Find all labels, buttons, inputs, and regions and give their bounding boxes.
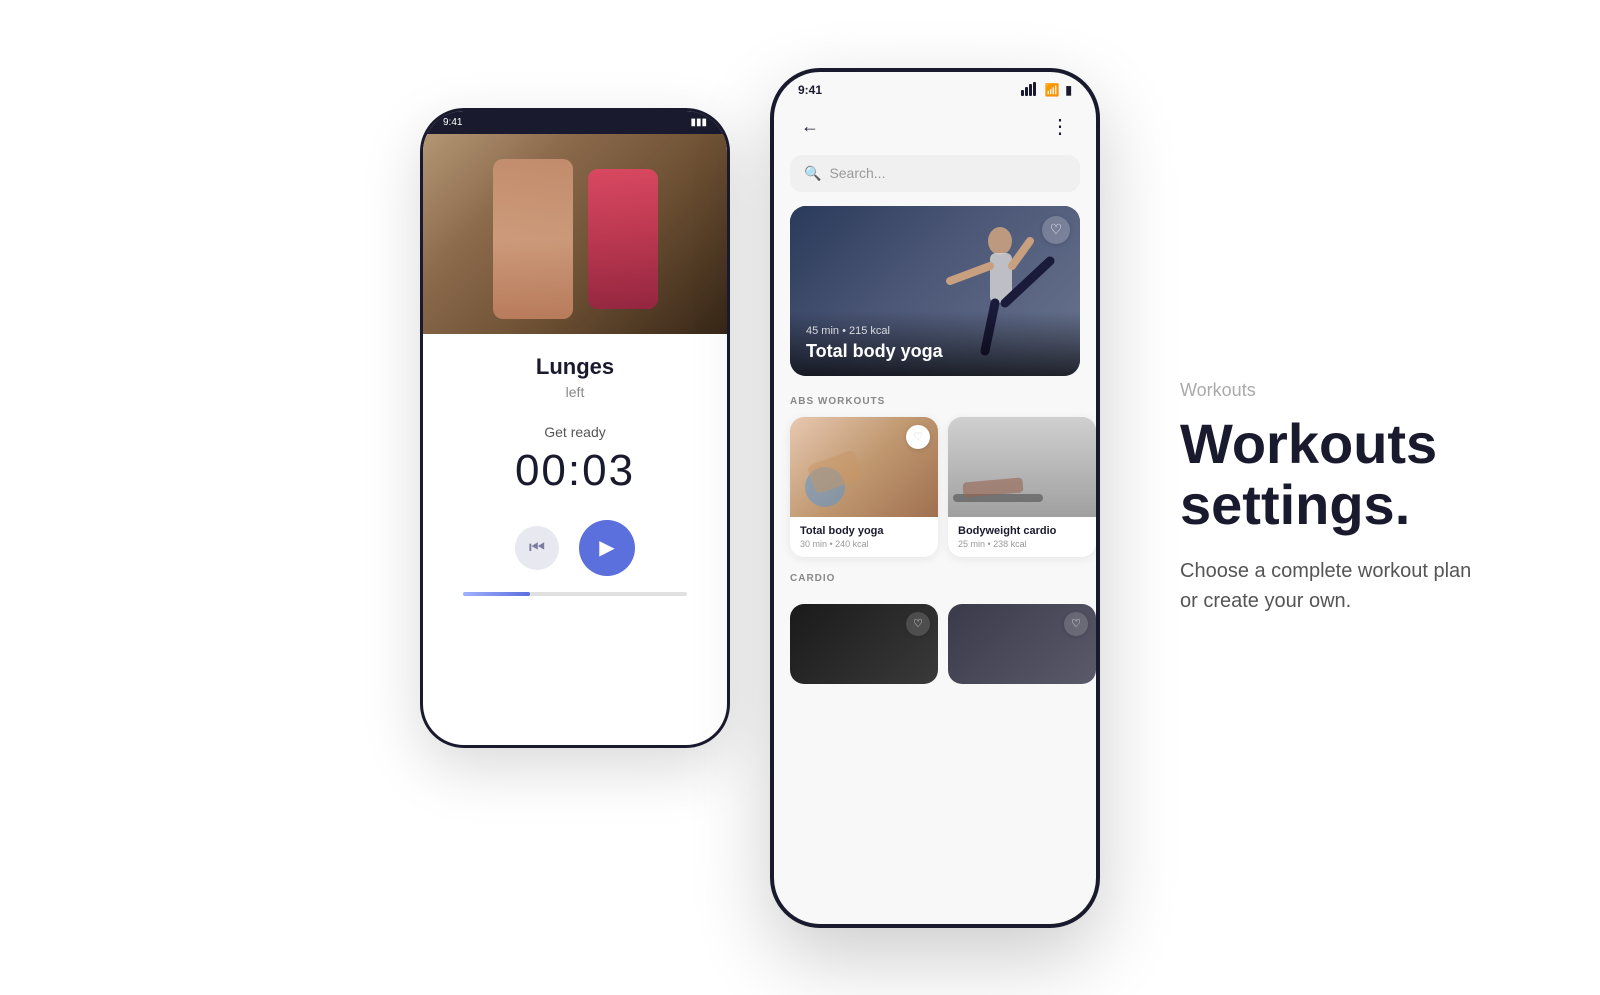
progress-fill xyxy=(463,592,530,596)
right-text-panel: Workouts Workoutssettings. Choose a comp… xyxy=(1180,379,1520,615)
workout-card-2-info: Bodyweight cardio 25 min • 238 kcal xyxy=(948,517,1096,557)
hero-card-meta: 45 min • 215 kcal xyxy=(806,325,1064,337)
playback-controls: ⏮ ▶ xyxy=(443,520,707,576)
front-status-bar: 9:41 📶 ▮ xyxy=(774,72,1096,103)
figure-2 xyxy=(588,169,658,309)
search-bar[interactable]: 🔍 Search... xyxy=(790,155,1080,192)
play-icon: ▶ xyxy=(599,535,614,560)
search-icon: 🔍 xyxy=(804,165,821,182)
workout-card-1[interactable]: ♡ Total body yoga 30 min • 240 kcal xyxy=(790,417,938,557)
description: Choose a complete workout planor create … xyxy=(1180,556,1520,616)
workout-2-meta: 25 min • 238 kcal xyxy=(958,539,1086,549)
hero-workout-card[interactable]: ♡ 45 min • 215 kcal Total body yoga xyxy=(790,206,1080,376)
page: Workouts Workoutssettings. Choose a comp… xyxy=(0,0,1600,995)
phones-container: 9:41 ▮▮▮ Lunges left Get ready 00:03 xyxy=(420,68,1100,928)
cardio-cards-row: ♡ ♡ xyxy=(774,604,1096,684)
back-time: 9:41 xyxy=(443,117,462,128)
abs-section-label: ABS WORKOUTS xyxy=(774,396,1096,417)
cardio-card-1[interactable]: ♡ xyxy=(790,604,938,684)
cardio-1-heart[interactable]: ♡ xyxy=(906,612,930,636)
exercise-side: left xyxy=(443,384,707,400)
hero-card-title: Total body yoga xyxy=(806,341,1064,362)
cardio-2-heart[interactable]: ♡ xyxy=(1064,612,1088,636)
main-title: Workoutssettings. xyxy=(1180,412,1520,535)
back-status-bar: 9:41 ▮▮▮ xyxy=(423,111,727,134)
exercise-name: Lunges xyxy=(443,354,707,380)
workout-1-name: Total body yoga xyxy=(800,525,928,537)
front-status-icons: 📶 ▮ xyxy=(1021,82,1072,99)
timer-display: 00:03 xyxy=(443,446,707,496)
workout-1-heart-button[interactable]: ♡ xyxy=(906,425,930,449)
search-input[interactable]: Search... xyxy=(829,165,885,181)
signal-icon: ▮▮▮ xyxy=(690,117,707,128)
back-content: Lunges left Get ready 00:03 ⏮ ▶ xyxy=(423,334,727,616)
wifi-icon: 📶 xyxy=(1044,83,1059,97)
workout-2-name: Bodyweight cardio xyxy=(958,525,1086,537)
nav-more-button[interactable]: ⋮ xyxy=(1044,111,1076,143)
nav-back-button[interactable]: ← xyxy=(794,111,826,143)
phone-back: 9:41 ▮▮▮ Lunges left Get ready 00:03 xyxy=(420,108,730,748)
back-status-icons: ▮▮▮ xyxy=(690,117,707,128)
workout-card-1-image: ♡ xyxy=(790,417,938,517)
progress-bar xyxy=(463,592,687,596)
battery-icon: ▮ xyxy=(1065,83,1072,97)
hero-heart-button[interactable]: ♡ xyxy=(1042,216,1070,244)
workout-card-1-info: Total body yoga 30 min • 240 kcal xyxy=(790,517,938,557)
front-time: 9:41 xyxy=(798,83,822,97)
workout-1-meta: 30 min • 240 kcal xyxy=(800,539,928,549)
cardio-card-2[interactable]: ♡ xyxy=(948,604,1096,684)
hero-card-overlay: 45 min • 215 kcal Total body yoga xyxy=(790,311,1080,376)
get-ready-text: Get ready xyxy=(443,424,707,440)
signal-bars-icon xyxy=(1021,82,1036,99)
category-label: Workouts xyxy=(1180,379,1520,400)
workout-card-2[interactable]: ♡ Bodyweight cardio 25 min • 238 kcal xyxy=(948,417,1096,557)
figure-1 xyxy=(493,159,573,319)
cardio-section-label: CARDIO xyxy=(774,573,1096,594)
front-nav: ← ⋮ xyxy=(774,103,1096,155)
prev-icon: ⏮ xyxy=(529,537,545,558)
prev-button[interactable]: ⏮ xyxy=(515,526,559,570)
play-button[interactable]: ▶ xyxy=(579,520,635,576)
workout-card-2-image: ♡ xyxy=(948,417,1096,517)
abs-workouts-row: ♡ Total body yoga 30 min • 240 kcal xyxy=(774,417,1096,573)
back-hero-image xyxy=(423,134,727,334)
phone-front: 9:41 📶 ▮ ← ⋮ xyxy=(770,68,1100,928)
